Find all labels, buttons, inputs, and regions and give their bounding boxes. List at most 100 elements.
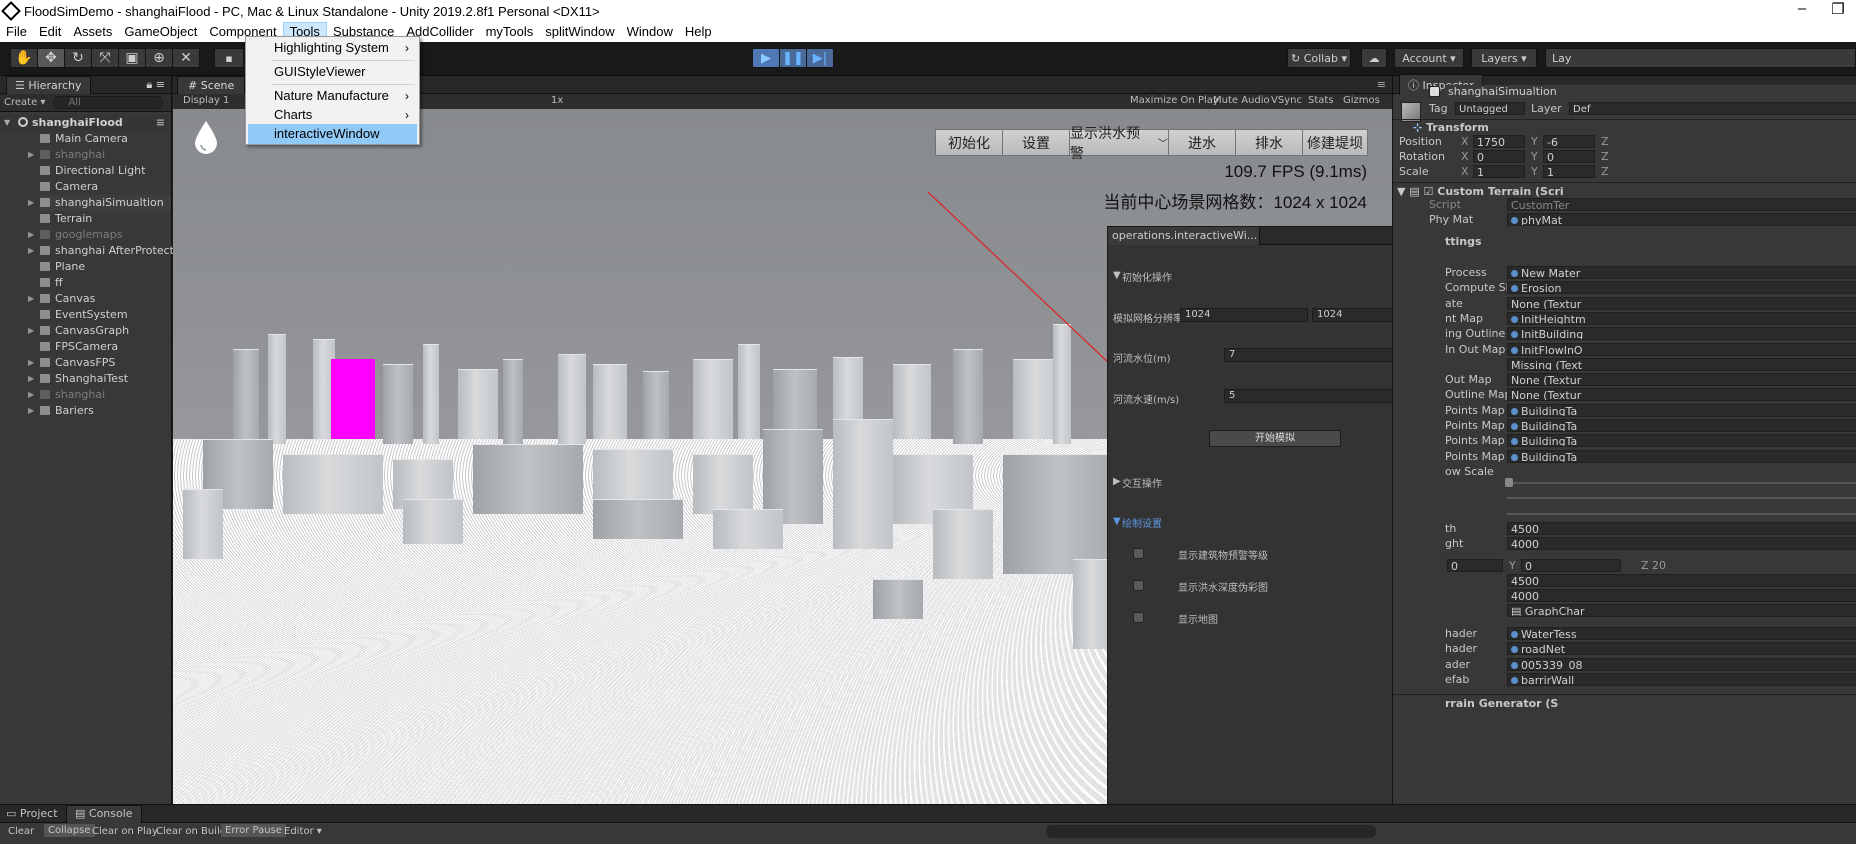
rotation-x-field[interactable]: 0 bbox=[1473, 150, 1525, 163]
active-checkbox[interactable] bbox=[1429, 86, 1440, 97]
settings-row-field[interactable]: New Mater bbox=[1507, 266, 1856, 279]
pivot-toggle-button[interactable]: ▪ bbox=[214, 48, 244, 68]
hierarchy-item[interactable]: ▶ shanghai bbox=[28, 147, 171, 163]
position-x-field[interactable]: 1750 bbox=[1473, 135, 1525, 148]
project-tab[interactable]: ▭ Project bbox=[6, 807, 58, 820]
expand-arrow-icon[interactable]: ▶ bbox=[28, 243, 34, 259]
vsync-toggle[interactable]: VSync bbox=[1271, 95, 1302, 106]
collapse-toggle[interactable]: Collapse bbox=[44, 824, 95, 837]
interact-section-arrow-icon[interactable]: ▶ bbox=[1113, 476, 1121, 487]
init-section-foldout[interactable]: 初始化操作 bbox=[1122, 269, 1172, 284]
settings-row-field[interactable]: BuildingTa bbox=[1507, 434, 1856, 448]
clear-button[interactable]: Clear bbox=[8, 826, 34, 837]
clear-on-play-toggle[interactable]: Clear on Play bbox=[92, 826, 158, 837]
menu-splitwindow[interactable]: splitWindow bbox=[539, 22, 620, 42]
editor-dropdown[interactable]: Editor ▾ bbox=[284, 826, 322, 837]
vec-x-field[interactable]: 0 bbox=[1447, 559, 1503, 572]
custom-terrain-header[interactable]: ▼ ▤ ☑ Custom Terrain (Scri bbox=[1397, 184, 1564, 199]
grid-x-field[interactable]: 1024 bbox=[1180, 308, 1308, 322]
hierarchy-item[interactable]: ▶ CanvasFPS bbox=[28, 355, 171, 371]
panel-menu-icon[interactable]: ≡ bbox=[1377, 78, 1386, 91]
hierarchy-item[interactable]: Plane bbox=[40, 259, 171, 275]
settings-row-field[interactable]: None (Textur bbox=[1507, 388, 1856, 402]
settings-row-field[interactable]: InitHeightm bbox=[1507, 311, 1856, 325]
shader-row-field[interactable]: 005339_08 bbox=[1507, 657, 1856, 671]
menu-window[interactable]: Window bbox=[621, 22, 679, 42]
width-field[interactable]: 4500 bbox=[1507, 522, 1856, 535]
settings-header[interactable]: ttings bbox=[1445, 234, 1482, 249]
console-tab[interactable]: ▤ Console bbox=[66, 805, 142, 823]
draw-section-arrow-icon[interactable]: ▼ bbox=[1113, 516, 1121, 527]
settings-row-field[interactable]: InitBuilding bbox=[1507, 327, 1856, 341]
menu-help[interactable]: Help bbox=[679, 22, 718, 42]
settings-row-field[interactable]: BuildingTa bbox=[1507, 403, 1856, 417]
mute-audio-toggle[interactable]: Mute Audio bbox=[1213, 95, 1270, 106]
hierarchy-item[interactable]: ▶ CanvasGraph bbox=[28, 323, 171, 339]
pause-button[interactable]: ❚❚ bbox=[779, 48, 807, 68]
hierarchy-item[interactable]: Camera bbox=[40, 179, 171, 195]
settings-button[interactable]: 设置 bbox=[1002, 129, 1070, 156]
terrain-generator-header[interactable]: rrain Generator (S bbox=[1445, 696, 1558, 711]
water-in-button[interactable]: 进水 bbox=[1168, 129, 1236, 156]
layers-dropdown[interactable]: Layers ▾ bbox=[1471, 48, 1537, 68]
lock-icon[interactable]: 🔒︎ ≡ bbox=[146, 78, 165, 92]
step-button[interactable]: ▶| bbox=[806, 48, 834, 68]
shader-row-field[interactable]: WaterTess bbox=[1507, 627, 1856, 640]
hierarchy-item[interactable]: ff bbox=[40, 275, 171, 291]
hierarchy-search-input[interactable]: All bbox=[53, 96, 164, 109]
maximize-on-play-toggle[interactable]: Maximize On Play bbox=[1130, 95, 1219, 106]
menu-assets[interactable]: Assets bbox=[67, 22, 118, 42]
hierarchy-tab[interactable]: ☰ Hierarchy bbox=[6, 75, 91, 94]
shader-row-field[interactable]: roadNet bbox=[1507, 642, 1856, 656]
error-pause-toggle[interactable]: Error Pause bbox=[221, 824, 286, 837]
scene-menu-icon[interactable]: ≡ bbox=[156, 115, 165, 131]
console-search-input[interactable] bbox=[1046, 825, 1376, 838]
hierarchy-item[interactable]: FPSCamera bbox=[40, 339, 171, 355]
menu-item-highlighting-system[interactable]: Highlighting System › bbox=[248, 38, 417, 58]
position-y-field[interactable]: -6 bbox=[1543, 135, 1595, 148]
menu-file[interactable]: File bbox=[0, 22, 33, 42]
toggle-flood-depth-checkbox[interactable] bbox=[1133, 580, 1144, 591]
rotation-y-field[interactable]: 0 bbox=[1543, 150, 1595, 163]
custom-tool-icon[interactable]: ✕ bbox=[172, 48, 200, 68]
object-name-field[interactable]: shanghaiSimualtion bbox=[1445, 85, 1856, 98]
slider-track-2[interactable] bbox=[1507, 497, 1856, 499]
settings-row-field[interactable]: BuildingTa bbox=[1507, 449, 1856, 463]
create-dropdown[interactable]: Create ▾ bbox=[4, 97, 45, 108]
init-section-arrow-icon[interactable]: ▼ bbox=[1113, 270, 1121, 281]
interact-section-foldout[interactable]: 交互操作 bbox=[1122, 475, 1162, 490]
play-button[interactable]: ▶ bbox=[752, 48, 780, 68]
expand-arrow-icon[interactable]: ▶ bbox=[28, 147, 34, 163]
expand-arrow-icon[interactable]: ▶ bbox=[28, 195, 34, 211]
gizmos-dropdown[interactable]: Gizmos bbox=[1343, 95, 1380, 106]
maximize-icon[interactable]: ❐ bbox=[1820, 0, 1856, 18]
collapse-arrow-icon[interactable]: ▼ bbox=[4, 115, 10, 131]
script-field[interactable]: CustomTer bbox=[1507, 198, 1856, 211]
settings-row-field[interactable]: BuildingTa bbox=[1507, 419, 1856, 432]
clear-on-build-toggle[interactable]: Clear on Build bbox=[156, 826, 226, 837]
settings-row-field[interactable]: InitFlowInO bbox=[1507, 342, 1856, 356]
water-level-field[interactable]: 7 bbox=[1224, 348, 1416, 362]
account-dropdown[interactable]: Account ▾ bbox=[1394, 48, 1464, 68]
layer-dropdown[interactable]: Def bbox=[1569, 102, 1856, 115]
toggle-map-checkbox[interactable] bbox=[1133, 612, 1144, 623]
settings-row-field[interactable]: Erosion bbox=[1507, 281, 1856, 295]
draw-section-foldout[interactable]: 绘制设置 bbox=[1122, 515, 1162, 530]
hierarchy-item[interactable]: ▶ Bariers bbox=[28, 403, 171, 419]
scale-tool-icon[interactable]: ⤧ bbox=[91, 48, 119, 68]
expand-arrow-icon[interactable]: ▶ bbox=[28, 291, 34, 307]
minimize-icon[interactable]: – bbox=[1784, 0, 1820, 18]
slider-track[interactable] bbox=[1507, 482, 1856, 484]
transform-header[interactable]: ⊹ Transform bbox=[1413, 120, 1489, 135]
hierarchy-item[interactable]: ▶ shanghai AfterProtection bbox=[28, 243, 191, 259]
expand-arrow-icon[interactable]: ▶ bbox=[28, 387, 34, 403]
settings-row-field[interactable]: None (Textur bbox=[1507, 373, 1856, 387]
settings-row-field[interactable]: Missing (Text bbox=[1507, 357, 1856, 371]
expand-arrow-icon[interactable]: ▶ bbox=[28, 323, 34, 339]
hierarchy-item[interactable]: Directional Light bbox=[40, 163, 171, 179]
hierarchy-item[interactable]: ▶ shanghai bbox=[28, 387, 171, 403]
tag-dropdown[interactable]: Untagged bbox=[1455, 102, 1525, 115]
hierarchy-item[interactable]: ▶ ShanghaiTest bbox=[28, 371, 171, 387]
menu-item-interactivewindow[interactable]: interactiveWindow bbox=[248, 124, 417, 144]
scale-x-field[interactable]: 1 bbox=[1473, 165, 1525, 178]
